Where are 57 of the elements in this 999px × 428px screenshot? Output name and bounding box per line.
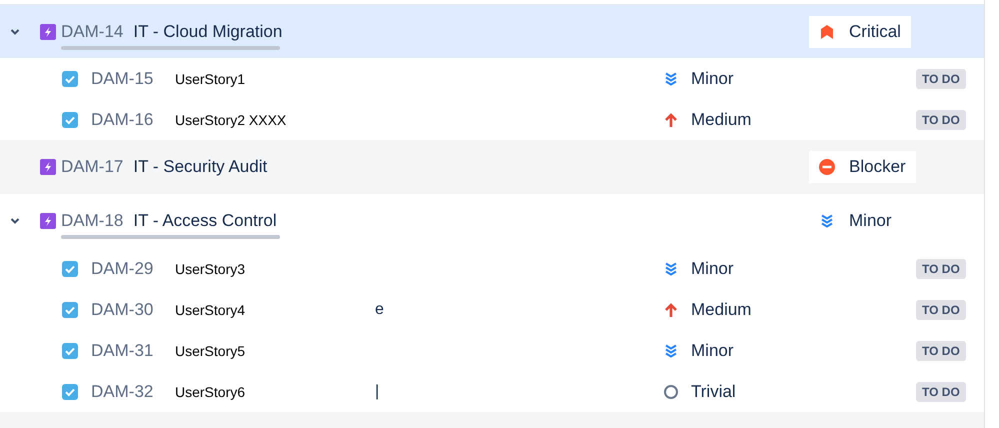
status-lozenge: TO DO bbox=[916, 300, 966, 320]
issue-key[interactable]: DAM-16 bbox=[91, 110, 175, 130]
priority-label: Medium bbox=[691, 300, 752, 320]
story-summary: UserStory3 bbox=[175, 260, 246, 276]
priority-label: Blocker bbox=[849, 157, 906, 177]
issue-key[interactable]: DAM-15 bbox=[91, 68, 175, 88]
issue-key[interactable]: DAM-32 bbox=[91, 382, 175, 402]
status-lozenge: TO DO bbox=[916, 110, 966, 130]
lightning-icon bbox=[40, 213, 56, 229]
epic-row[interactable]: DAM-17 IT - Security Audit Blocker bbox=[0, 140, 984, 194]
story-summary: UserStory5 bbox=[175, 342, 246, 358]
priority-label: Minor bbox=[691, 258, 734, 278]
column-text: e bbox=[375, 300, 384, 318]
triple-chevron-down-icon bbox=[663, 70, 679, 86]
story-summary: UserStory6 bbox=[175, 384, 246, 400]
triple-chevron-down-icon bbox=[663, 260, 679, 276]
story-row[interactable]: DAM-15 UserStory1 Minor TO DO bbox=[0, 58, 984, 99]
status-lozenge: TO DO bbox=[916, 340, 966, 360]
circle-icon bbox=[663, 384, 679, 400]
chevron-down-icon[interactable] bbox=[10, 216, 20, 226]
story-summary: UserStory1 bbox=[175, 70, 246, 86]
arrow-up-icon bbox=[663, 112, 679, 128]
priority-label: Medium bbox=[691, 110, 752, 130]
epic-row[interactable]: DAM-14 IT - Cloud Migration Critical bbox=[0, 5, 984, 58]
epic-summary: IT - Access Control bbox=[133, 211, 277, 231]
issue-key[interactable]: DAM-14 bbox=[61, 22, 124, 42]
issue-key[interactable]: DAM-29 bbox=[91, 258, 175, 278]
status-lozenge: TO DO bbox=[916, 382, 966, 402]
triple-chevron-down-icon bbox=[663, 342, 679, 358]
status-lozenge: TO DO bbox=[916, 68, 966, 88]
story-row[interactable]: DAM-16 UserStory2 XXXX Medium TO DO bbox=[0, 99, 984, 140]
story-summary: UserStory2 XXXX bbox=[175, 112, 288, 128]
story-row[interactable]: DAM-31 UserStory5 Minor TO DO bbox=[0, 330, 984, 371]
issue-key[interactable]: DAM-31 bbox=[91, 340, 175, 360]
chevron-down-icon[interactable] bbox=[10, 26, 20, 36]
lightning-icon bbox=[40, 24, 56, 40]
story-row[interactable]: DAM-32 UserStory6 | Trivial TO DO bbox=[0, 371, 984, 412]
triple-chevron-down-icon bbox=[819, 213, 835, 229]
lightning-icon bbox=[40, 159, 56, 175]
priority-label: Critical bbox=[849, 22, 901, 42]
arrow-up-icon bbox=[663, 302, 679, 318]
story-row[interactable]: DAM-30 UserStory4 e Medium TO DO bbox=[0, 289, 984, 330]
bookmark-icon bbox=[819, 24, 835, 40]
issue-key[interactable]: DAM-30 bbox=[91, 300, 175, 320]
priority-label: Trivial bbox=[691, 382, 736, 402]
status-lozenge: TO DO bbox=[916, 258, 966, 278]
epic-summary: IT - Cloud Migration bbox=[133, 22, 282, 42]
priority-label: Minor bbox=[691, 68, 734, 88]
blocked-icon bbox=[819, 159, 835, 175]
epic-summary: IT - Security Audit bbox=[133, 157, 268, 177]
issue-key[interactable]: DAM-17 bbox=[61, 157, 124, 177]
priority-label: Minor bbox=[691, 340, 734, 360]
column-text: | bbox=[375, 382, 380, 400]
story-summary: UserStory4 bbox=[175, 302, 246, 318]
story-row[interactable]: DAM-29 UserStory3 Minor TO DO bbox=[0, 248, 984, 289]
priority-label: Minor bbox=[849, 211, 892, 231]
issue-key[interactable]: DAM-18 bbox=[61, 211, 124, 231]
